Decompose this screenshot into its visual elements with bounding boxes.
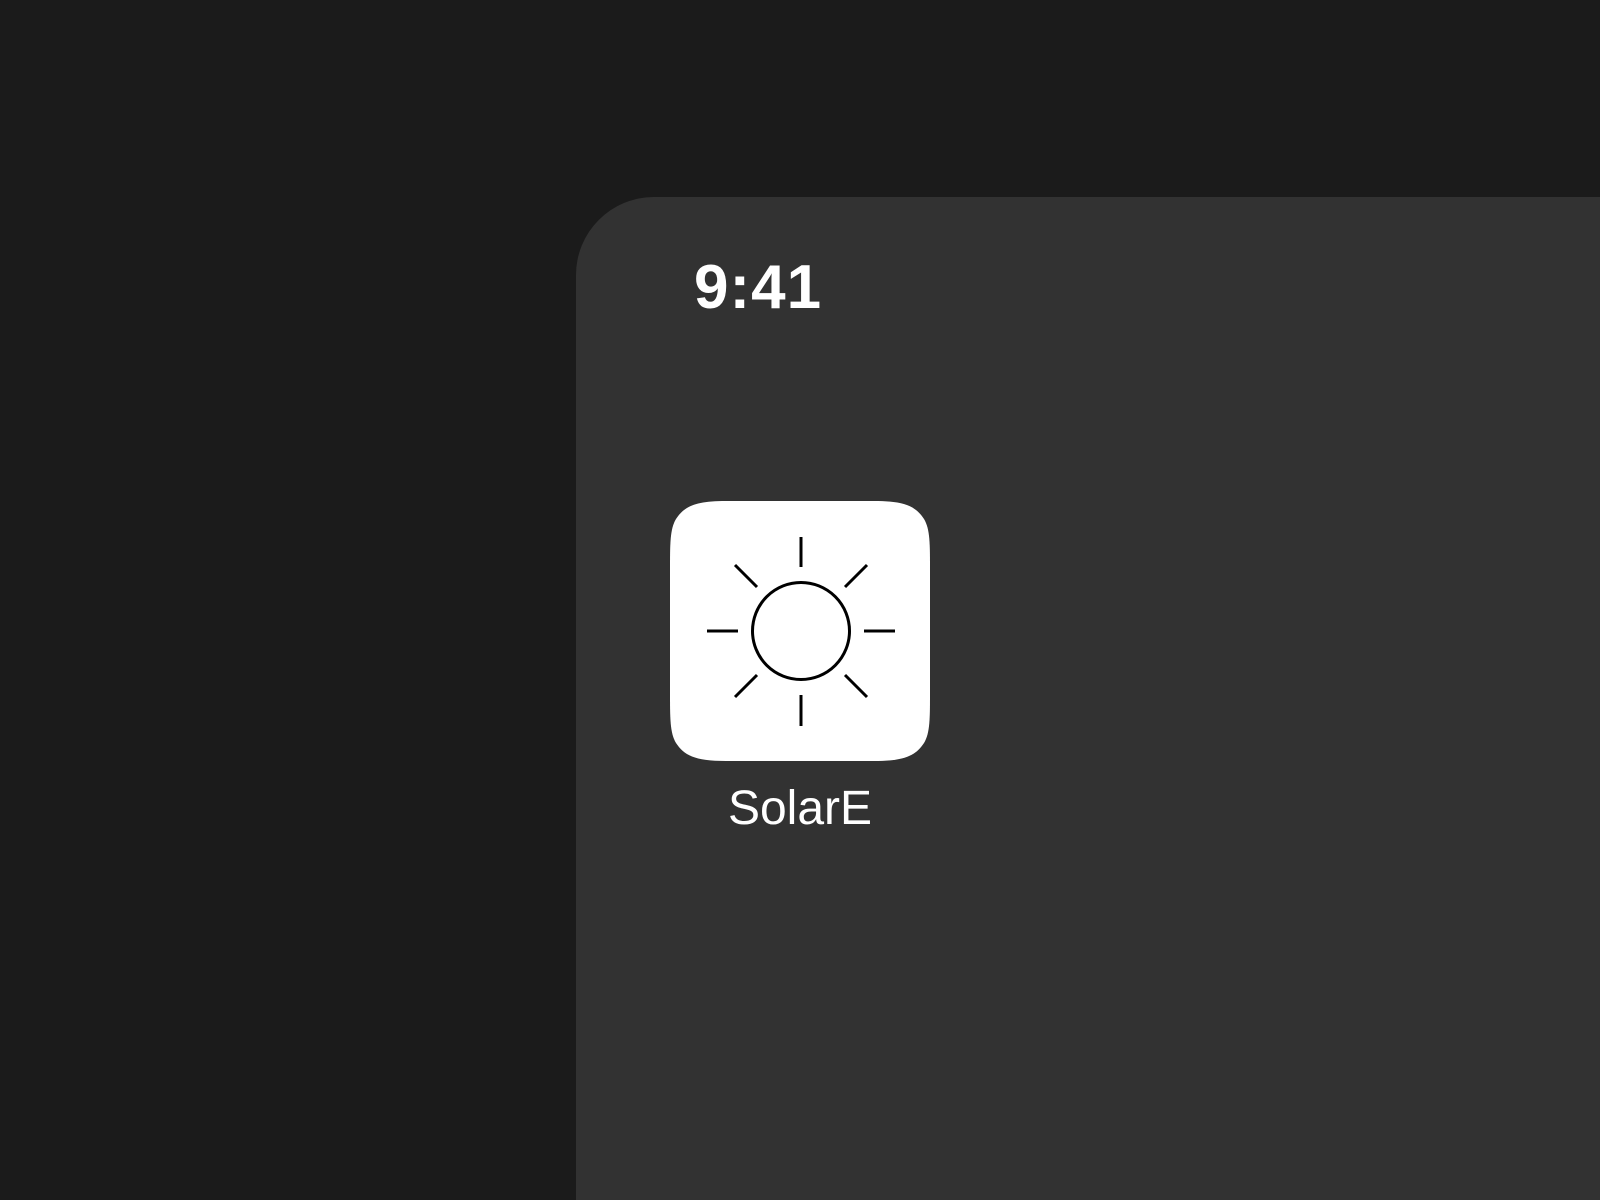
app-icon-solare[interactable] bbox=[670, 501, 930, 761]
app-tile-solare[interactable]: SolarE bbox=[670, 501, 930, 851]
home-screen: 9:41 SolarE bbox=[576, 197, 1600, 1200]
status-bar-time: 9:41 bbox=[694, 253, 823, 322]
app-label-solare: SolarE bbox=[727, 782, 873, 835]
